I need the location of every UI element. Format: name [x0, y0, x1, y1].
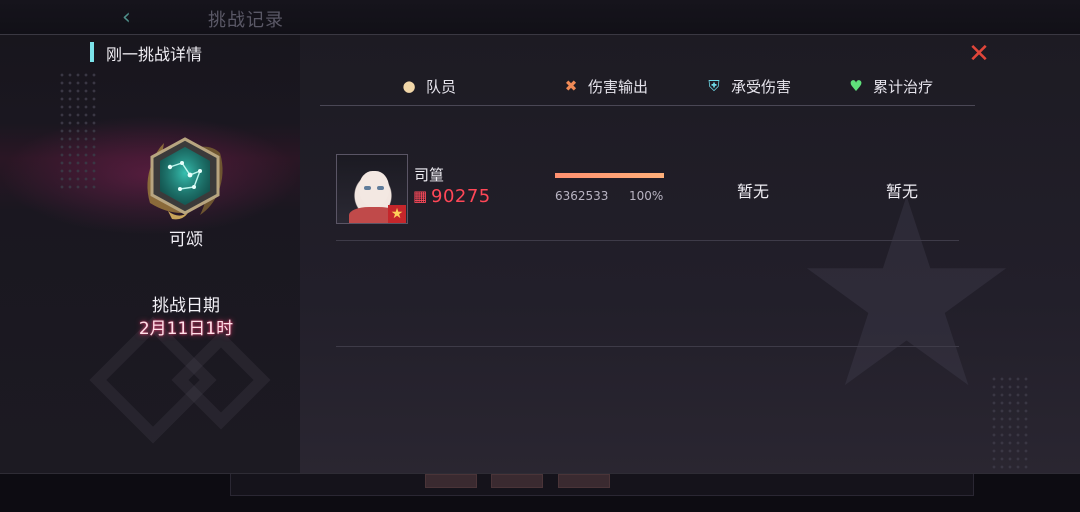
header-taken: ⛨ 承受伤害	[705, 75, 791, 97]
challenge-date-label: 挑战日期	[152, 296, 220, 316]
member-avatar[interactable]: ★	[336, 154, 408, 224]
row-divider	[336, 346, 959, 347]
header-damage: ✖ 伤害输出	[562, 75, 648, 97]
medal-name: 可颂	[169, 230, 203, 250]
header-heal: ♥ 累计治疗	[847, 75, 933, 97]
background-thumbnail	[558, 474, 610, 488]
heal-value: 暂无	[886, 182, 919, 201]
modal-title: 刚一挑战详情	[106, 45, 203, 64]
header-member-label: 队员	[426, 77, 457, 96]
heart-icon: ♥	[849, 77, 863, 95]
row-divider	[336, 240, 959, 241]
damage-taken-value: 暂无	[737, 182, 770, 201]
decor-star-icon: ★	[790, 144, 1024, 446]
title-accent-bar	[90, 42, 94, 62]
star-badge-icon: ★	[388, 205, 406, 223]
background-page-title: 挑战记录	[208, 10, 284, 31]
background-thumbnail	[491, 474, 543, 488]
background-header	[0, 0, 1080, 34]
chevron-left-icon[interactable]: ‹	[122, 6, 144, 30]
damage-progress-bar	[555, 173, 664, 178]
header-damage-label: 伤害输出	[588, 77, 649, 96]
shield-icon: ⛨	[708, 77, 720, 95]
decor-dots	[58, 71, 98, 191]
member-power-value: 90275	[431, 185, 491, 207]
member-power: ▦ 90275	[413, 185, 491, 207]
header-taken-label: 承受伤害	[731, 77, 792, 96]
damage-value: 6362533	[555, 189, 609, 203]
challenge-date-value: 2月11日1时	[138, 319, 234, 339]
person-icon: ●	[402, 77, 416, 95]
fist-icon: ▦	[413, 187, 428, 205]
header-heal-label: 累计治疗	[873, 77, 934, 96]
crossed-swords-icon: ✖	[564, 77, 578, 95]
challenge-detail-modal: ★ 刚一挑战详情 ✕ 可颂 挑战日期 2月11日1时 ● 队员 ✖ 伤害输出 ⛨	[0, 34, 1080, 474]
medal-icon	[147, 137, 223, 220]
damage-percent: 100%	[629, 189, 664, 203]
background-thumbnail	[425, 474, 477, 488]
header-member: ● 队员	[400, 75, 456, 97]
member-name: 司篁	[414, 166, 445, 184]
close-icon[interactable]: ✕	[966, 41, 992, 67]
header-divider	[320, 105, 975, 106]
